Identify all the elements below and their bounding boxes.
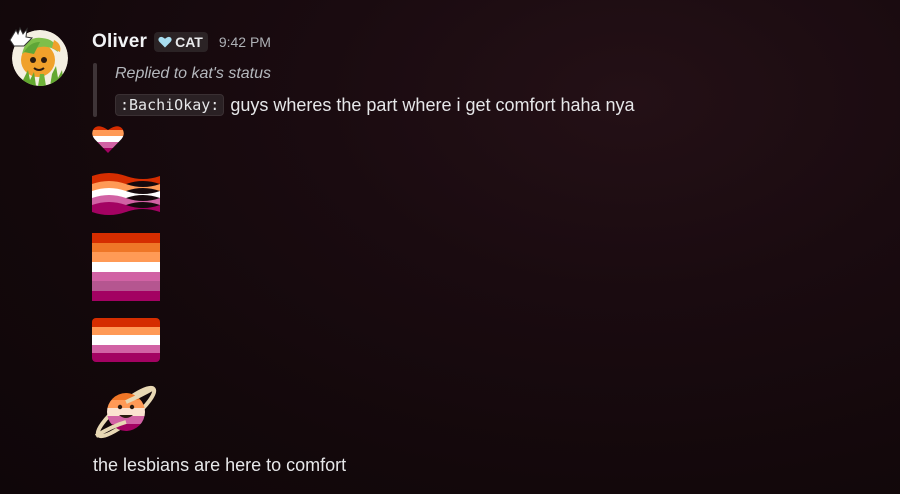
lesbian-wavy-flag-emoji[interactable]: [92, 170, 160, 221]
message-timestamp[interactable]: 9:42 PM: [219, 34, 271, 50]
quoted-message: :BachiOkay: guys wheres the part where i…: [115, 92, 635, 118]
username[interactable]: Oliver: [92, 31, 147, 53]
lesbian-planet-emoji[interactable]: [92, 378, 160, 451]
quoted-text: guys wheres the part where i get comfort…: [230, 94, 635, 115]
quote-bar: [93, 63, 97, 117]
message-header: Oliver CAT 9:42 PM: [92, 30, 271, 54]
server-tag-label: CAT: [175, 34, 203, 50]
lesbian-heart-emoji[interactable]: [92, 124, 124, 159]
emoji-code: :BachiOkay:: [115, 94, 225, 116]
message-text: the lesbians are here to comfort: [93, 455, 347, 475]
heart-icon: [158, 36, 172, 48]
lesbian-seven-stripe-flag-emoji[interactable]: [92, 233, 160, 306]
lesbian-five-stripe-flag-emoji[interactable]: [92, 318, 160, 367]
reply-context[interactable]: Replied to kat's status: [115, 65, 271, 83]
avatar-decoration-hand-icon: [8, 26, 34, 48]
chat-message: Oliver CAT 9:42 PM Replied to kat's stat…: [0, 0, 900, 494]
server-tag[interactable]: CAT: [154, 32, 208, 52]
